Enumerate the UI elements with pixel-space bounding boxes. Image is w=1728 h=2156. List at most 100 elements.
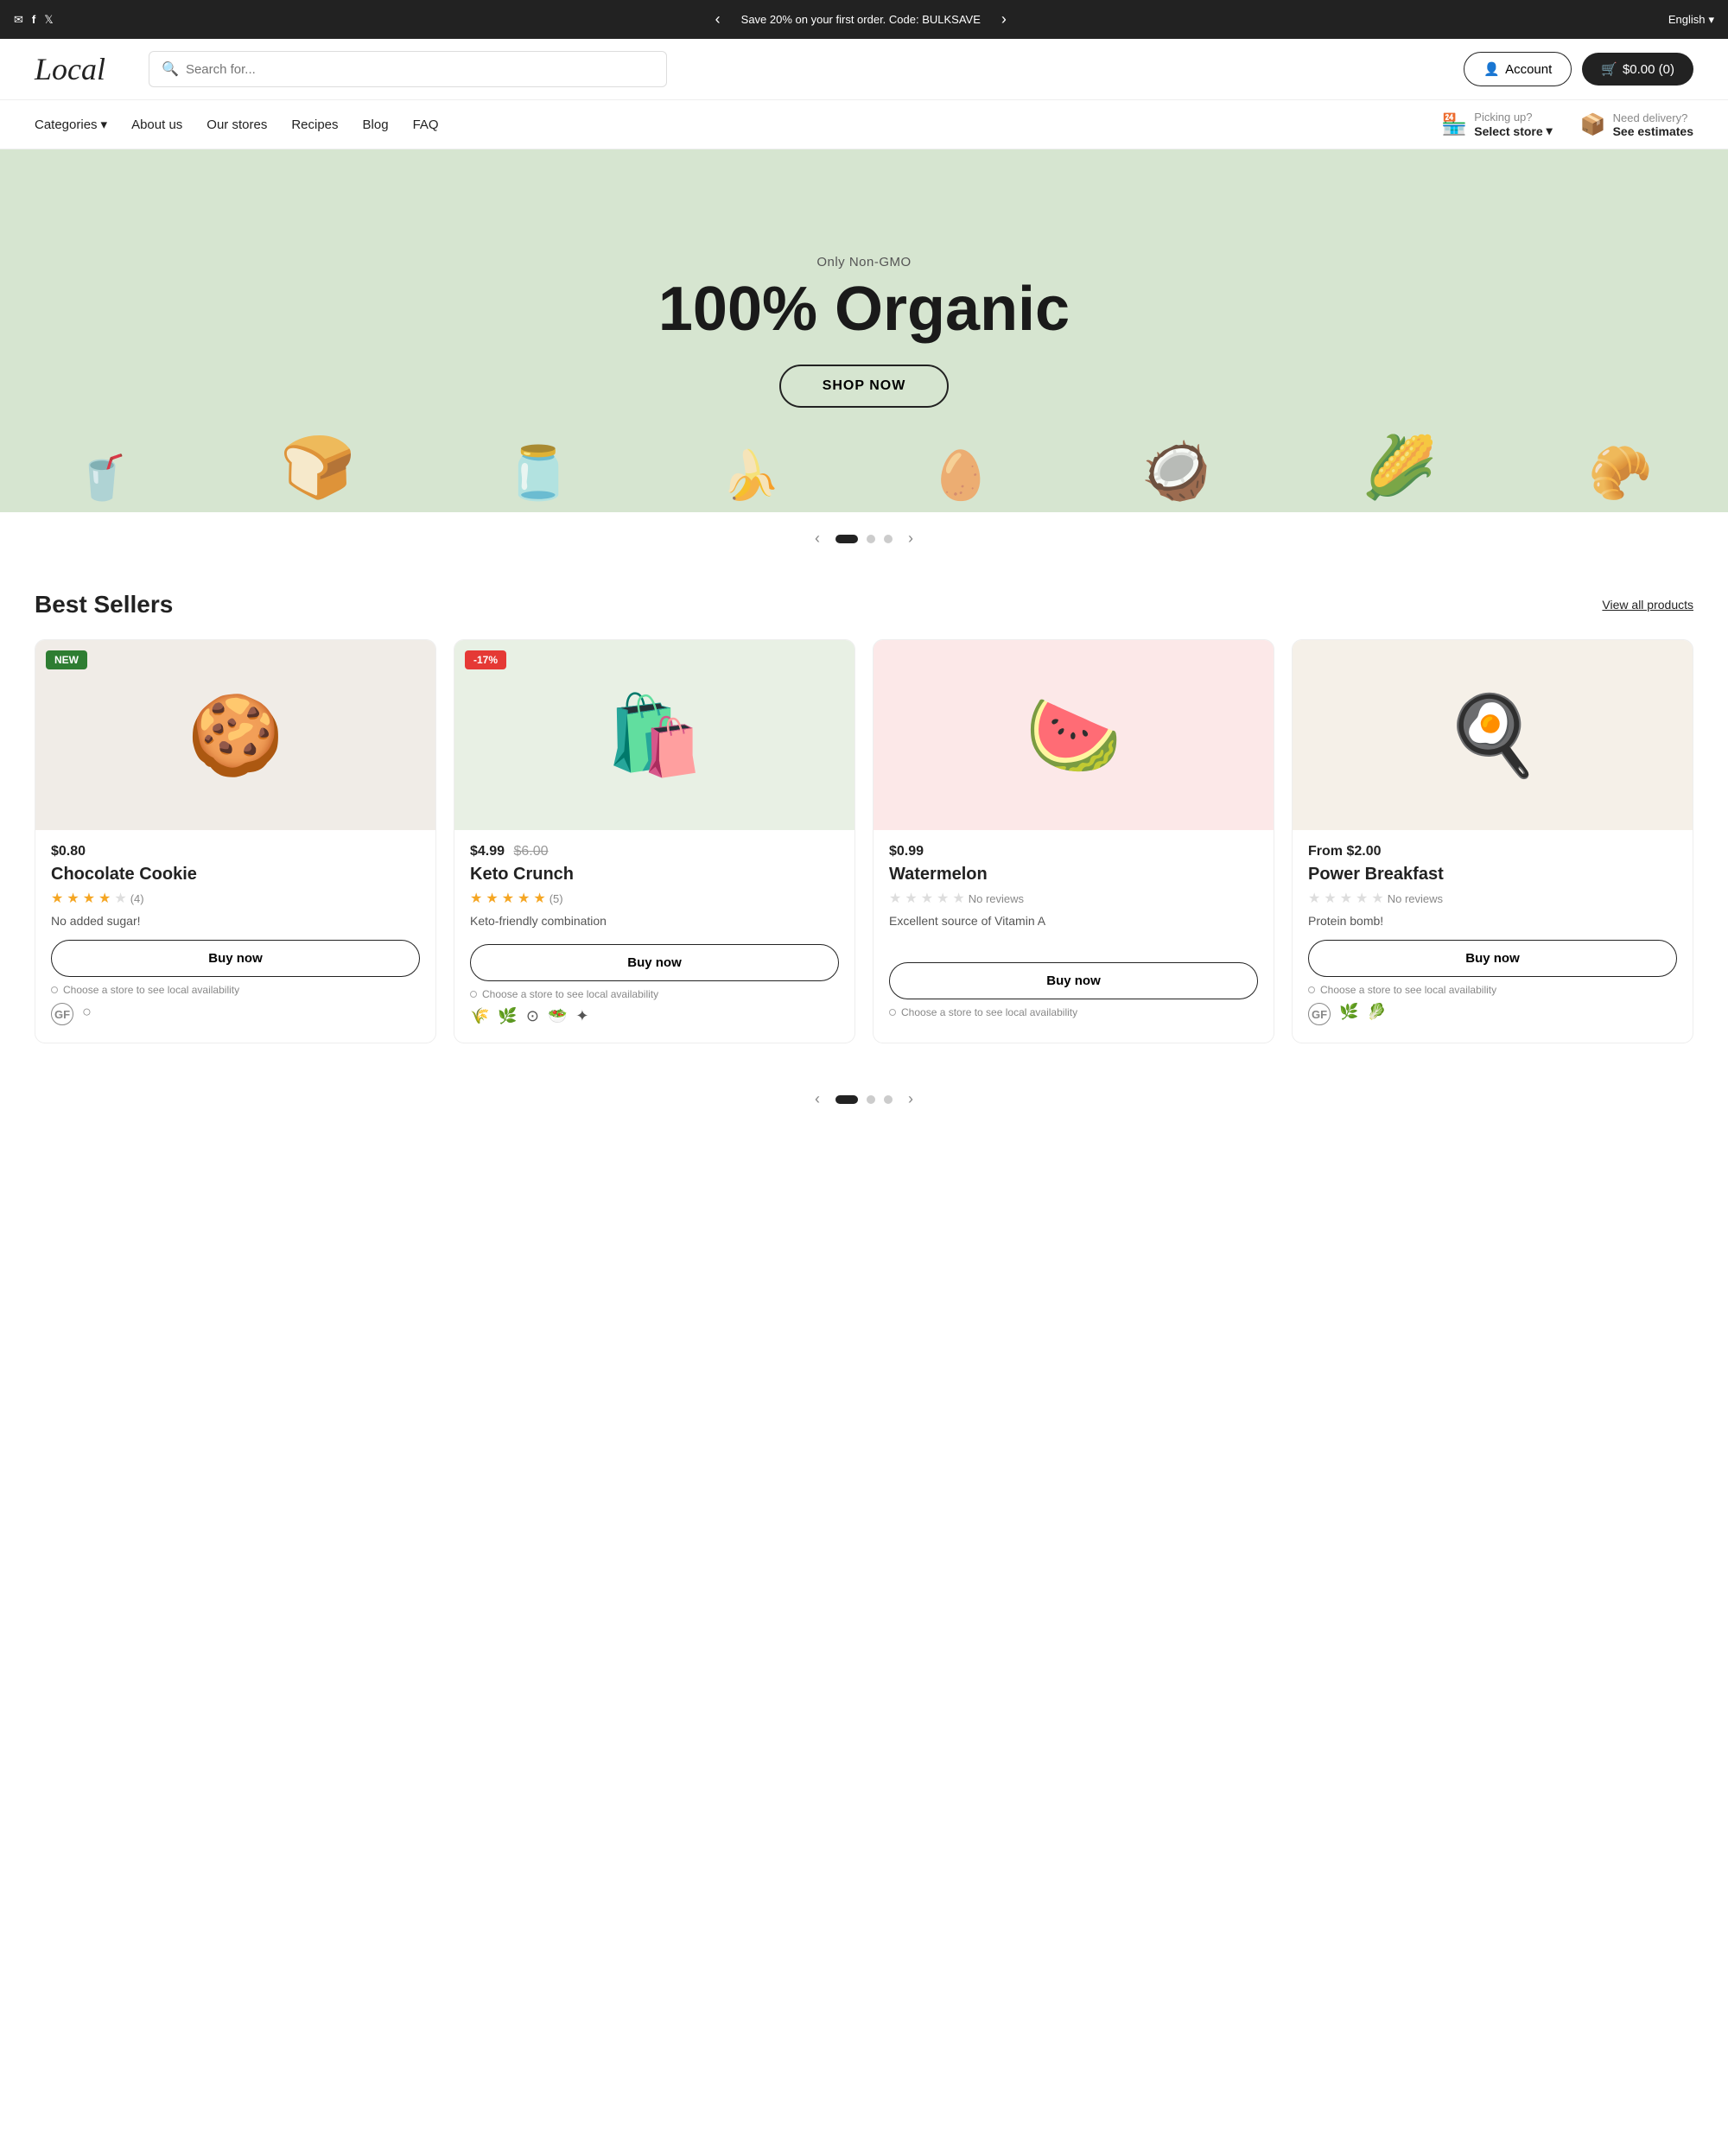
product-name-keto-crunch: Keto Crunch xyxy=(470,865,839,885)
product-store-power-breakfast: Choose a store to see local availability xyxy=(1293,977,1693,996)
email-icon[interactable]: ✉ xyxy=(14,13,23,27)
language-label: English xyxy=(1668,13,1706,26)
delivery-info: Need delivery? See estimates xyxy=(1613,111,1693,138)
store-note: Choose a store to see local availability xyxy=(63,984,239,996)
product-stars-power-breakfast: ★ ★ ★ ★ ★ No reviews xyxy=(1308,890,1677,907)
product-price-keto-crunch: $4.99 $6.00 xyxy=(470,844,839,859)
hero-product-1: 🥤 xyxy=(75,453,129,504)
product-price-chocolate-cookie: $0.80 xyxy=(51,844,420,859)
leaf-icon: 🌿 xyxy=(1339,1003,1358,1025)
dot-2[interactable] xyxy=(867,535,875,543)
announcement-prev-arrow[interactable]: ‹ xyxy=(708,7,727,32)
store-note: Choose a store to see local availability xyxy=(901,1006,1077,1018)
header: Local 🔍 👤 Account 🛒 $0.00 (0) xyxy=(0,39,1728,100)
section-title: Best Sellers xyxy=(35,591,173,618)
nav-right: 🏪 Picking up? Select store ▾ 📦 Need deli… xyxy=(1441,111,1693,138)
announcement-next-arrow[interactable]: › xyxy=(994,7,1013,32)
section-header: Best Sellers View all products xyxy=(35,591,1693,618)
twitter-icon[interactable]: 𝕏 xyxy=(44,13,53,27)
product-stars-keto-crunch: ★ ★ ★ ★ ★ (5) xyxy=(470,890,839,907)
nav-item-faq[interactable]: FAQ xyxy=(413,117,439,132)
buy-button-chocolate-cookie[interactable]: Buy now xyxy=(51,940,420,977)
star-3: ★ xyxy=(921,890,933,907)
account-button[interactable]: 👤 Account xyxy=(1464,52,1572,86)
product-card-power-breakfast: 🍳 From $2.00 Power Breakfast ★ ★ ★ ★ ★ N… xyxy=(1292,639,1693,1043)
buy-button-keto-crunch[interactable]: Buy now xyxy=(470,944,839,981)
products-dot-3[interactable] xyxy=(884,1095,893,1104)
product-card-chocolate-cookie: NEW 🍪 $0.80 Chocolate Cookie ★ ★ ★ ★ ★ (… xyxy=(35,639,436,1043)
hero-product-7: 🌽 xyxy=(1362,433,1437,504)
star-2: ★ xyxy=(905,890,917,907)
star-4: ★ xyxy=(518,890,530,907)
hero-next-arrow[interactable]: › xyxy=(901,526,920,551)
star-2: ★ xyxy=(486,890,498,907)
language-selector[interactable]: English ▾ xyxy=(1668,13,1714,27)
gluten-free-icon: GF xyxy=(1308,1003,1331,1025)
products-carousel-dots: ‹ › xyxy=(0,1069,1728,1138)
product-image-keto-crunch: -17% 🛍️ xyxy=(454,640,854,830)
search-bar[interactable]: 🔍 xyxy=(149,51,667,87)
star-4: ★ xyxy=(1356,890,1368,907)
product-info-power-breakfast: From $2.00 Power Breakfast ★ ★ ★ ★ ★ No … xyxy=(1293,830,1693,928)
star-2: ★ xyxy=(67,890,79,907)
product-image-power-breakfast: 🍳 xyxy=(1293,640,1693,830)
delivery-selector[interactable]: 📦 Need delivery? See estimates xyxy=(1580,111,1693,138)
product-emoji-keto-crunch: 🛍️ xyxy=(606,690,702,781)
star-5: ★ xyxy=(1371,890,1383,907)
dot-1[interactable] xyxy=(835,535,858,543)
product-stars-chocolate-cookie: ★ ★ ★ ★ ★ (4) xyxy=(51,890,420,907)
best-sellers-section: Best Sellers View all products NEW 🍪 $0.… xyxy=(0,565,1728,1069)
products-dot-2[interactable] xyxy=(867,1095,875,1104)
logo[interactable]: Local xyxy=(35,51,105,87)
products-dot-1[interactable] xyxy=(835,1095,858,1104)
dot-3[interactable] xyxy=(884,535,893,543)
star-4: ★ xyxy=(937,890,949,907)
products-prev-arrow[interactable]: ‹ xyxy=(808,1087,827,1112)
badge-sale: -17% xyxy=(465,650,506,669)
product-image-chocolate-cookie: NEW 🍪 xyxy=(35,640,435,830)
buy-button-watermelon[interactable]: Buy now xyxy=(889,962,1258,999)
salad-icon: 🥗 xyxy=(548,1007,567,1025)
hero-product-3: 🫙 xyxy=(506,442,571,504)
hero-product-5: 🥚 xyxy=(931,447,990,504)
announcement-text: Save 20% on your first order. Code: BULK… xyxy=(741,13,981,26)
product-image-watermelon: 🍉 xyxy=(874,640,1274,830)
circle-icon: ○ xyxy=(82,1003,92,1025)
delivery-value: See estimates xyxy=(1613,124,1693,138)
nav-item-recipes[interactable]: Recipes xyxy=(291,117,338,132)
hero-subtitle: Only Non-GMO xyxy=(658,255,1070,270)
search-input[interactable] xyxy=(186,62,654,77)
star-1: ★ xyxy=(470,890,482,907)
product-desc-power-breakfast: Protein bomb! xyxy=(1308,914,1677,928)
star-5: ★ xyxy=(533,890,545,907)
star-5: ★ xyxy=(952,890,964,907)
cart-button[interactable]: 🛒 $0.00 (0) xyxy=(1582,53,1693,86)
badge-new: NEW xyxy=(46,650,87,669)
buy-button-power-breakfast[interactable]: Buy now xyxy=(1308,940,1677,977)
product-store-watermelon: Choose a store to see local availability xyxy=(874,999,1274,1018)
product-info-watermelon: $0.99 Watermelon ★ ★ ★ ★ ★ No reviews Ex… xyxy=(874,830,1274,950)
nav-item-categories[interactable]: Categories ▾ xyxy=(35,117,107,132)
products-next-arrow[interactable]: › xyxy=(901,1087,920,1112)
nav-item-blog[interactable]: Blog xyxy=(363,117,389,132)
announcement-bar: ✉ f 𝕏 ‹ Save 20% on your first order. Co… xyxy=(0,0,1728,39)
store-dot xyxy=(51,986,58,993)
hero-prev-arrow[interactable]: ‹ xyxy=(808,526,827,551)
shop-now-button[interactable]: SHOP NOW xyxy=(779,365,950,408)
product-grid: NEW 🍪 $0.80 Chocolate Cookie ★ ★ ★ ★ ★ (… xyxy=(35,639,1693,1043)
chevron-down-icon: ▾ xyxy=(1547,124,1553,138)
pickup-selector[interactable]: 🏪 Picking up? Select store ▾ xyxy=(1441,111,1552,138)
facebook-icon[interactable]: f xyxy=(32,13,35,26)
social-icons: ✉ f 𝕏 xyxy=(14,13,54,27)
product-card-watermelon: 🍉 $0.99 Watermelon ★ ★ ★ ★ ★ No reviews … xyxy=(873,639,1274,1043)
leaf-icon: 🌿 xyxy=(498,1007,517,1025)
view-all-link[interactable]: View all products xyxy=(1602,598,1693,612)
product-store-chocolate-cookie: Choose a store to see local availability xyxy=(35,977,435,996)
hero-product-2: 🍞 xyxy=(280,433,355,504)
hero-product-4: 🍌 xyxy=(721,447,780,504)
nav-item-about[interactable]: About us xyxy=(131,117,182,132)
product-info-chocolate-cookie: $0.80 Chocolate Cookie ★ ★ ★ ★ ★ (4) No … xyxy=(35,830,435,928)
delivery-icon: 📦 xyxy=(1580,112,1606,137)
product-icons-keto-crunch: 🌾 🌿 ⊙ 🥗 ✦ xyxy=(454,1000,854,1025)
nav-item-stores[interactable]: Our stores xyxy=(206,117,267,132)
